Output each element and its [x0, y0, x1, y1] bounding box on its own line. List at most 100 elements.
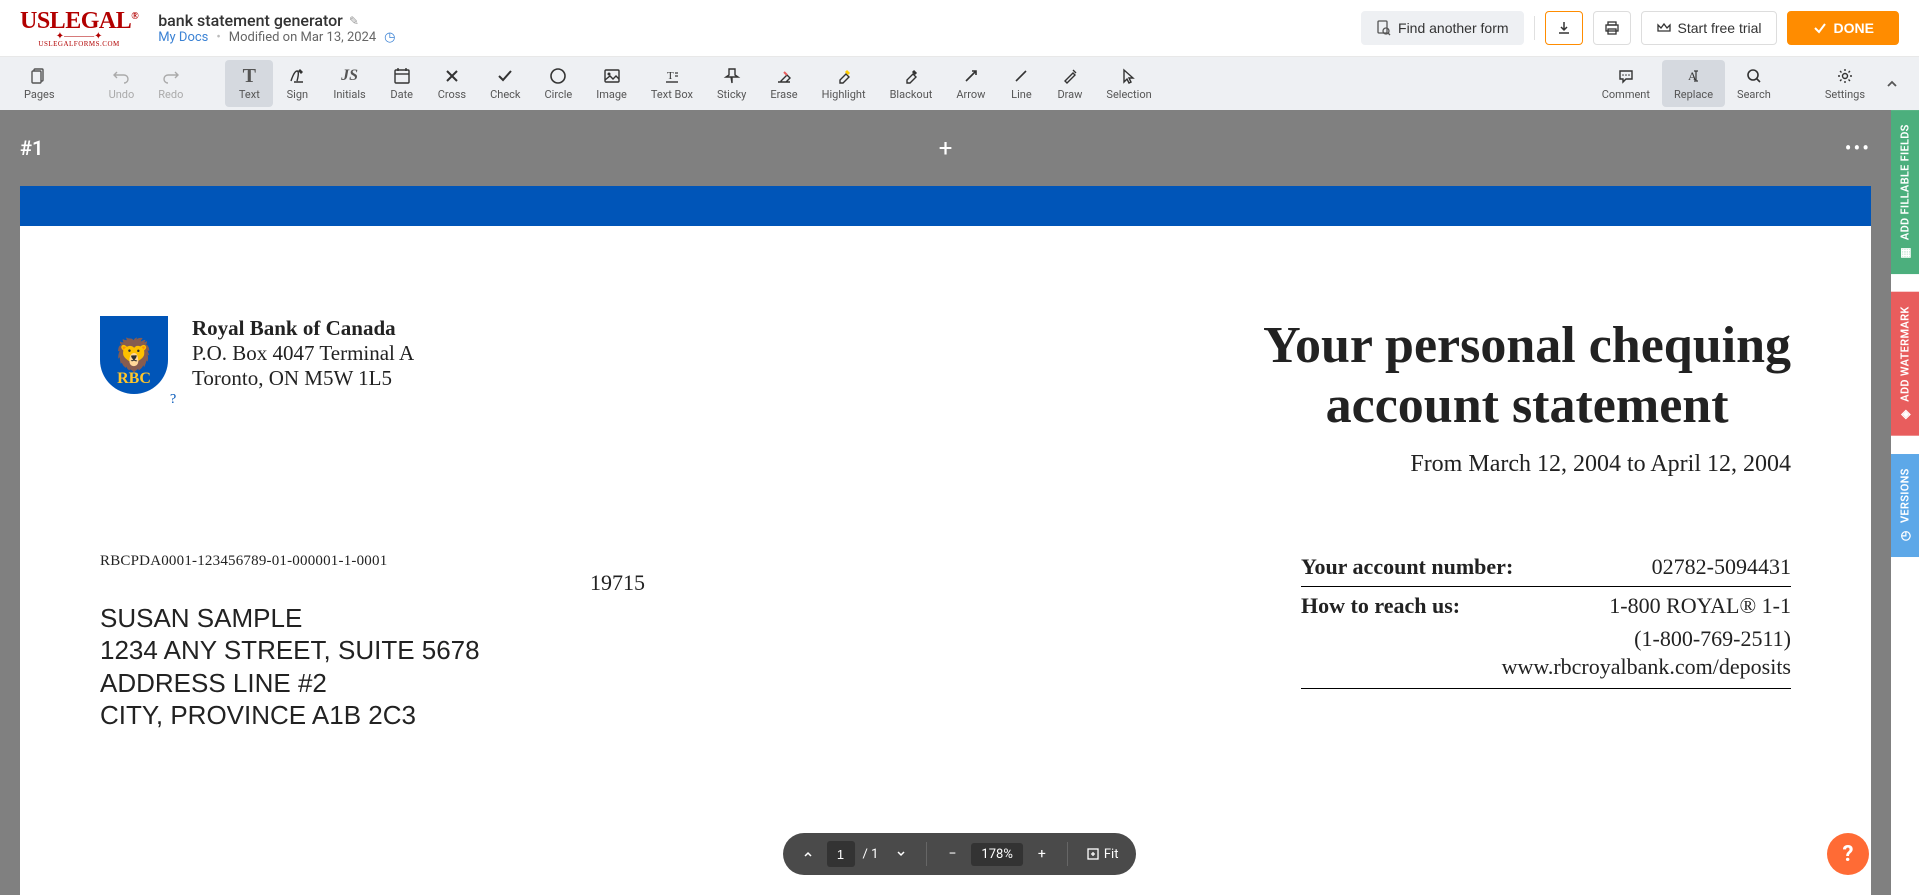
page-menu-button[interactable]: •••	[1845, 136, 1871, 160]
tool-highlight[interactable]: Highlight	[810, 60, 878, 107]
tab-versions[interactable]: ◷ VERSIONS	[1891, 454, 1919, 557]
recipient-addr2: ADDRESS LINE #2	[100, 667, 480, 700]
arrow-icon	[962, 66, 980, 86]
done-button[interactable]: DONE	[1787, 11, 1899, 45]
document-title[interactable]: bank statement generator ✎	[158, 11, 395, 30]
document-search-icon	[1376, 20, 1392, 36]
fit-button[interactable]: Fit	[1078, 843, 1127, 866]
find-form-button[interactable]: Find another form	[1361, 11, 1524, 45]
tool-cross[interactable]: Cross	[426, 60, 478, 107]
document-page[interactable]: 🦁 RBC ? Royal Bank of Canada P.O. Box 40…	[20, 186, 1871, 895]
replace-icon: A	[1685, 66, 1703, 86]
cross-icon	[443, 66, 461, 86]
start-trial-button[interactable]: Start free trial	[1641, 11, 1777, 45]
tool-undo[interactable]: Undo	[97, 60, 147, 107]
find-form-label: Find another form	[1398, 20, 1509, 36]
tool-arrow[interactable]: Arrow	[944, 60, 997, 107]
download-button[interactable]	[1545, 11, 1583, 45]
fit-icon	[1086, 847, 1100, 861]
history-icon[interactable]: ◷	[384, 30, 395, 45]
prev-page-button[interactable]	[793, 839, 823, 869]
divider	[926, 842, 927, 866]
help-button[interactable]: ?	[1827, 833, 1869, 875]
tool-erase[interactable]: Erase	[758, 60, 809, 107]
redo-icon	[162, 66, 180, 86]
tool-date[interactable]: Date	[378, 60, 426, 107]
tool-blackout[interactable]: Blackout	[878, 60, 945, 107]
settings-icon	[1836, 66, 1854, 86]
tool-line[interactable]: Line	[997, 60, 1045, 107]
next-page-button[interactable]	[886, 839, 916, 869]
comment-icon	[1617, 66, 1635, 86]
account-number-value: 02782-5094431	[1652, 554, 1791, 580]
zoom-level[interactable]: 178%	[971, 843, 1022, 866]
tool-draw[interactable]: Draw	[1045, 60, 1094, 107]
watermark-icon: ◈	[1898, 408, 1912, 422]
logo-subtext: USLEGALFORMS.COM	[38, 40, 119, 48]
divider	[1534, 16, 1535, 40]
page-header-bar: #1 + •••	[0, 110, 1891, 186]
bank-name: Royal Bank of Canada	[192, 316, 414, 341]
rbc-lion-icon: 🦁	[114, 336, 154, 374]
collapse-toolbar-button[interactable]	[1877, 69, 1907, 99]
editor-toolbar: Pages Undo Redo TText Sign JSInitials Da…	[0, 57, 1919, 110]
circle-icon	[549, 66, 567, 86]
initials-icon: JS	[341, 66, 358, 86]
check-tool-icon	[496, 66, 514, 86]
add-page-button[interactable]: +	[939, 134, 953, 162]
tool-search[interactable]: Search	[1725, 60, 1783, 107]
tool-settings[interactable]: Settings	[1813, 60, 1877, 107]
sticky-icon	[723, 66, 741, 86]
image-icon	[603, 66, 621, 86]
recipient-name: SUSAN SAMPLE	[100, 602, 480, 635]
draw-icon	[1061, 66, 1079, 86]
page-nav-bar: / 1 − 178% + Fit	[783, 833, 1137, 875]
start-trial-label: Start free trial	[1678, 20, 1762, 36]
bank-address: Royal Bank of Canada P.O. Box 4047 Termi…	[192, 316, 414, 478]
tool-check[interactable]: Check	[478, 60, 532, 107]
reach-web: www.rbcroyalbank.com/deposits	[1301, 653, 1791, 689]
rbc-logo: 🦁 RBC ?	[100, 316, 172, 478]
rbc-text: RBC	[117, 370, 151, 388]
tool-replace[interactable]: AReplace	[1662, 60, 1725, 107]
separator-dot: •	[216, 30, 220, 45]
tool-circle[interactable]: Circle	[533, 60, 585, 107]
line-icon	[1012, 66, 1030, 86]
check-icon	[1812, 20, 1828, 36]
tool-pages[interactable]: Pages	[12, 60, 67, 107]
tool-comment[interactable]: Comment	[1590, 60, 1662, 107]
reach-phone: (1-800-769-2511)	[1301, 625, 1791, 654]
edit-title-icon[interactable]: ✎	[349, 14, 359, 28]
bank-addr-line1: P.O. Box 4047 Terminal A	[192, 341, 414, 366]
zoom-in-button[interactable]: +	[1027, 839, 1057, 869]
code-number: 19715	[590, 570, 645, 596]
statement-title: Your personal chequing account statement	[1263, 316, 1791, 436]
tool-selection[interactable]: Selection	[1094, 60, 1163, 107]
app-header: USLEGAL® ✦———✦ USLEGALFORMS.COM bank sta…	[0, 0, 1919, 57]
highlight-icon	[835, 66, 853, 86]
tab-add-watermark[interactable]: ◈ ADD WATERMARK	[1891, 292, 1919, 436]
tool-image[interactable]: Image	[584, 60, 639, 107]
header-actions: Find another form Start free trial DONE	[1361, 11, 1899, 45]
total-pages: / 1	[859, 847, 883, 862]
page-number-input[interactable]	[827, 841, 855, 867]
statement-title-block: Your personal chequing account statement…	[1263, 316, 1791, 478]
fillable-fields-icon: ▦	[1898, 246, 1912, 260]
tool-textbox[interactable]: TText Box	[639, 60, 705, 107]
download-icon	[1556, 20, 1572, 36]
account-info: Your account number: 02782-5094431 How t…	[1301, 548, 1791, 732]
zoom-out-button[interactable]: −	[937, 839, 967, 869]
side-tabs: ▦ ADD FILLABLE FIELDS ◈ ADD WATERMARK ◷ …	[1891, 110, 1919, 895]
tool-redo[interactable]: Redo	[146, 60, 195, 107]
my-docs-link[interactable]: My Docs	[158, 30, 208, 45]
print-button[interactable]	[1593, 11, 1631, 45]
tool-initials[interactable]: JSInitials	[321, 60, 377, 107]
tool-sticky[interactable]: Sticky	[705, 60, 758, 107]
page-number-label: #1	[20, 136, 43, 160]
tool-sign[interactable]: Sign	[273, 60, 321, 107]
done-label: DONE	[1834, 20, 1874, 36]
uslegal-logo[interactable]: USLEGAL® ✦———✦ USLEGALFORMS.COM	[20, 8, 138, 48]
recipient-addr3: CITY, PROVINCE A1B 2C3	[100, 699, 480, 732]
tool-text[interactable]: TText	[225, 60, 273, 107]
tab-add-fillable-fields[interactable]: ▦ ADD FILLABLE FIELDS	[1891, 110, 1919, 274]
